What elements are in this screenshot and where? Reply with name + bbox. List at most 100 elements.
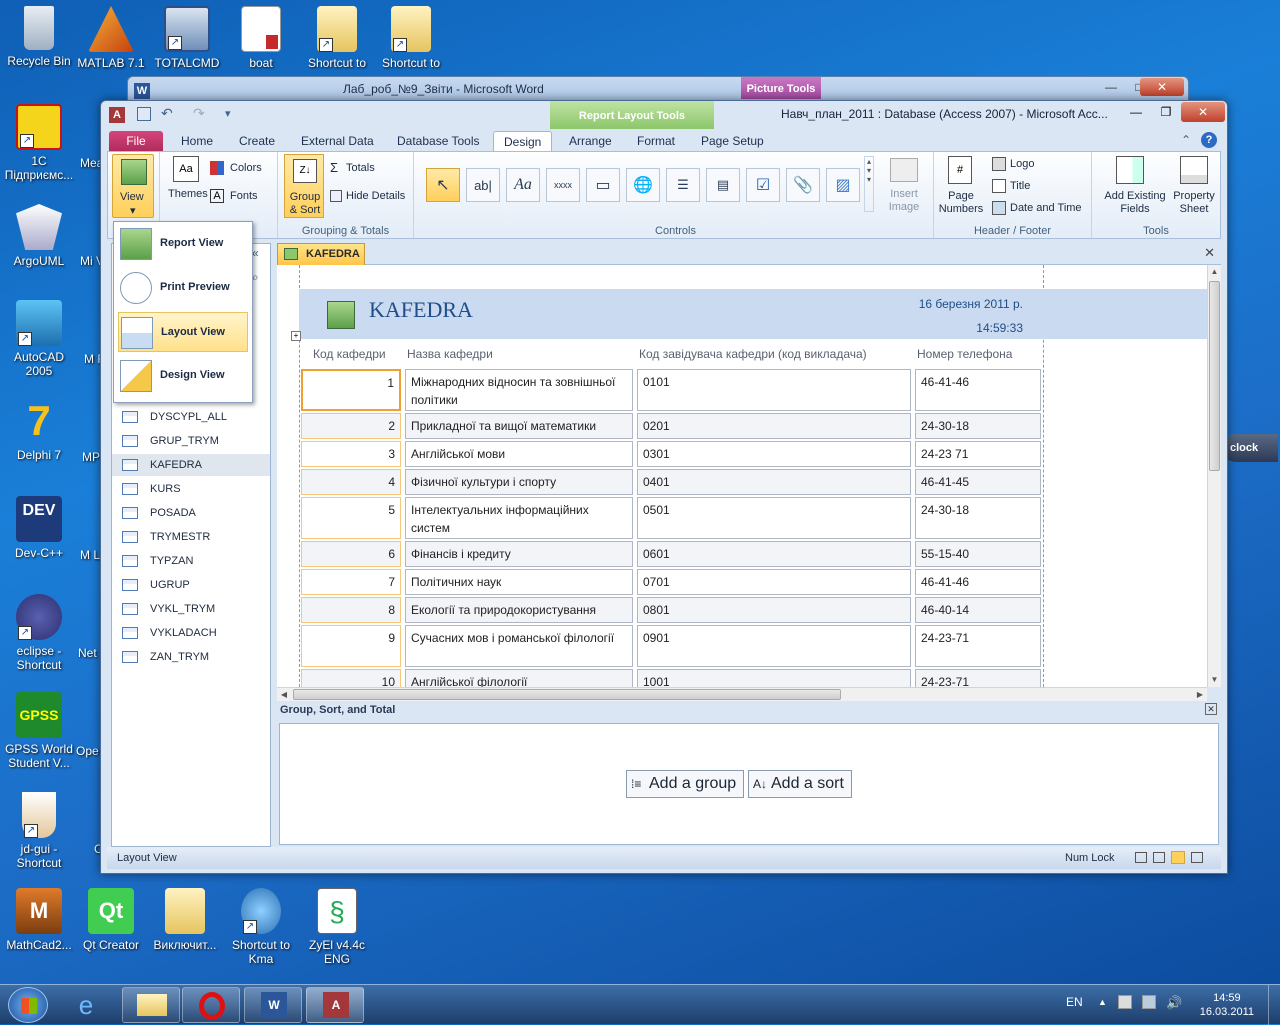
table-row[interactable]: 1 Міжнародних відносин та зовнішньої полі… — [301, 369, 1041, 413]
totals-button[interactable]: Σ Totals — [330, 160, 410, 178]
boat-icon[interactable]: boat — [222, 6, 300, 70]
head-cell[interactable]: 0201 — [637, 413, 911, 439]
menu-item-print-preview[interactable]: Print Preview — [118, 268, 248, 308]
name-cell[interactable]: Сучасних мов і романської філології — [405, 625, 633, 667]
textbox-control-icon[interactable]: ab| — [466, 168, 500, 202]
button-control-icon[interactable]: xxxx — [546, 168, 580, 202]
layout-move-handle-icon[interactable]: + — [291, 331, 301, 341]
name-cell[interactable]: Фізичної культури і спорту — [405, 469, 633, 495]
table-row[interactable]: 5 Інтелектуальних інформаційних систем 050… — [301, 497, 1041, 541]
clock-gadget[interactable]: clock — [1222, 434, 1278, 462]
access-taskbar-button[interactable]: A — [306, 987, 364, 1023]
kma-shortcut-icon[interactable]: ↗ Shortcut to Kma — [222, 888, 300, 966]
table-row[interactable]: 8 Екології та природокористування 0801 46-4… — [301, 597, 1041, 625]
nav-item[interactable]: KURS — [122, 478, 181, 500]
hyperlink-control-icon[interactable]: 🌐 — [626, 168, 660, 202]
checkbox-control-icon[interactable]: ☑ — [746, 168, 780, 202]
phone-cell[interactable]: 46-40-14 — [915, 597, 1041, 623]
scroll-right-icon[interactable]: ▶ — [1193, 688, 1207, 701]
code-cell[interactable]: 7 — [301, 569, 401, 595]
table-row[interactable]: 7 Політичних наук 0701 46-41-46 — [301, 569, 1041, 597]
action-center-icon[interactable] — [1118, 995, 1132, 1009]
page-numbers-button[interactable]: # Page Numbers — [936, 156, 986, 218]
name-cell[interactable]: Інтелектуальних інформаційних систем — [405, 497, 633, 539]
totalcmd-icon[interactable]: ↗ TOTALCMD — [148, 6, 226, 70]
nav-item[interactable]: DYSCYPL_ALL — [122, 406, 227, 428]
insert-image-button[interactable]: Insert Image — [880, 154, 928, 214]
delphi-icon[interactable]: 7 Delphi 7 — [0, 398, 78, 463]
close-document-icon[interactable]: ✕ — [1204, 245, 1215, 261]
argouml-icon[interactable]: ArgoUML — [0, 204, 78, 268]
layout-view-icon[interactable] — [1171, 851, 1185, 864]
start-button[interactable] — [8, 987, 48, 1023]
themes-button[interactable]: Aa Themes — [168, 156, 208, 212]
design-view-icon[interactable] — [1191, 852, 1203, 863]
zyel-icon[interactable]: § ZyEl v4.4c ENG — [298, 888, 376, 966]
column-header[interactable]: Назва кафедри — [407, 347, 493, 361]
code-cell[interactable]: 10 — [301, 669, 401, 687]
add-existing-fields-button[interactable]: Add Existing Fields — [1096, 156, 1166, 218]
tab-design[interactable]: Design — [493, 131, 553, 151]
redo-icon[interactable]: ↷ — [193, 105, 205, 122]
phone-cell[interactable]: 55-15-40 — [915, 541, 1041, 567]
code-cell[interactable]: 2 — [301, 413, 401, 439]
word-close-button[interactable]: ✕ — [1140, 78, 1184, 96]
code-cell[interactable]: 4 — [301, 469, 401, 495]
name-cell[interactable]: Англійської мови — [405, 441, 633, 467]
shortcut-folder-1-icon[interactable]: ↗ Shortcut to — [298, 6, 376, 70]
scroll-up-icon[interactable]: ▲ — [1208, 265, 1221, 279]
column-header[interactable]: Код завідувача кафедри (код викладача) — [639, 347, 867, 361]
internet-explorer-icon[interactable]: e — [66, 989, 106, 1021]
nav-item[interactable]: ZAN_TRYM — [122, 646, 209, 668]
word-taskbar-button[interactable]: W — [244, 987, 302, 1023]
show-hidden-icons-icon[interactable]: ▲ — [1098, 997, 1107, 1007]
add-group-button[interactable]: ⁞≡ Add a group — [626, 770, 744, 798]
fonts-button[interactable]: A Fonts — [210, 188, 276, 206]
show-desktop-button[interactable] — [1268, 985, 1280, 1025]
phone-cell[interactable]: 24-23-71 — [915, 625, 1041, 667]
matlab-icon[interactable]: MATLAB 7.1 — [72, 6, 150, 70]
table-row[interactable]: 2 Прикладної та вищої математики 0201 24-30… — [301, 413, 1041, 441]
table-row[interactable]: 6 Фінансів і кредиту 0601 55-15-40 — [301, 541, 1041, 569]
name-cell[interactable]: Міжнародних відносин та зовнішньої політ… — [405, 369, 633, 411]
recycle-bin-icon[interactable]: Recycle Bin — [0, 6, 78, 68]
logo-button[interactable]: Logo — [992, 156, 1088, 174]
phone-cell[interactable]: 46-41-46 — [915, 569, 1041, 595]
shutdown-folder-icon[interactable]: Виключит... — [146, 888, 224, 952]
nav-item[interactable]: TRYMESTR — [122, 526, 210, 548]
print-preview-icon[interactable] — [1153, 852, 1165, 863]
jdgui-icon[interactable]: ↗ jd-gui - Shortcut — [0, 792, 78, 870]
report-view-icon[interactable] — [1135, 852, 1147, 863]
property-sheet-button[interactable]: Property Sheet — [1170, 156, 1218, 218]
menu-item-design-view[interactable]: Design View — [118, 356, 248, 396]
access-minimize-button[interactable]: — — [1121, 102, 1151, 122]
report-logo-icon[interactable] — [327, 301, 355, 329]
horizontal-scrollbar[interactable]: ◀ ▶ — [277, 687, 1207, 701]
qt-creator-icon[interactable]: Qt Qt Creator — [72, 888, 150, 952]
colors-button[interactable]: Colors — [210, 160, 276, 178]
phone-cell[interactable]: 24-30-18 — [915, 413, 1041, 439]
code-cell[interactable]: 8 — [301, 597, 401, 623]
report-time[interactable]: 14:59:33 — [976, 321, 1023, 335]
taskbar-clock[interactable]: 14:59 16.03.2011 — [1200, 991, 1254, 1019]
code-cell[interactable]: 1 — [301, 369, 401, 411]
nav-item[interactable]: POSADA — [122, 502, 196, 524]
collapse-ribbon-icon[interactable]: ⌃ — [1181, 133, 1191, 147]
code-cell[interactable]: 9 — [301, 625, 401, 667]
network-icon[interactable] — [1142, 995, 1156, 1009]
access-window[interactable]: A ↶ ↷ ▾ Report Layout Tools Навч_план_20… — [100, 100, 1228, 874]
undo-icon[interactable]: ↶ — [161, 105, 173, 122]
image-control-icon[interactable]: ▨ — [826, 168, 860, 202]
vertical-scrollbar[interactable]: ▲ ▼ — [1207, 265, 1221, 687]
menu-item-layout-view[interactable]: Layout View — [118, 312, 248, 352]
phone-cell[interactable]: 24-30-18 — [915, 497, 1041, 539]
label-control-icon[interactable]: Aa — [506, 168, 540, 202]
head-cell[interactable]: 0701 — [637, 569, 911, 595]
table-row[interactable]: 10 Англійської філології 1001 24-23-71 — [301, 669, 1041, 687]
eclipse-icon[interactable]: ↗ eclipse - Shortcut — [0, 594, 78, 672]
name-cell[interactable]: Англійської філології — [405, 669, 633, 687]
select-pointer-icon[interactable]: ↖ — [426, 168, 460, 202]
title-button[interactable]: Title — [992, 178, 1088, 196]
view-button[interactable]: View ▾ — [112, 154, 154, 218]
head-cell[interactable]: 0101 — [637, 369, 911, 411]
